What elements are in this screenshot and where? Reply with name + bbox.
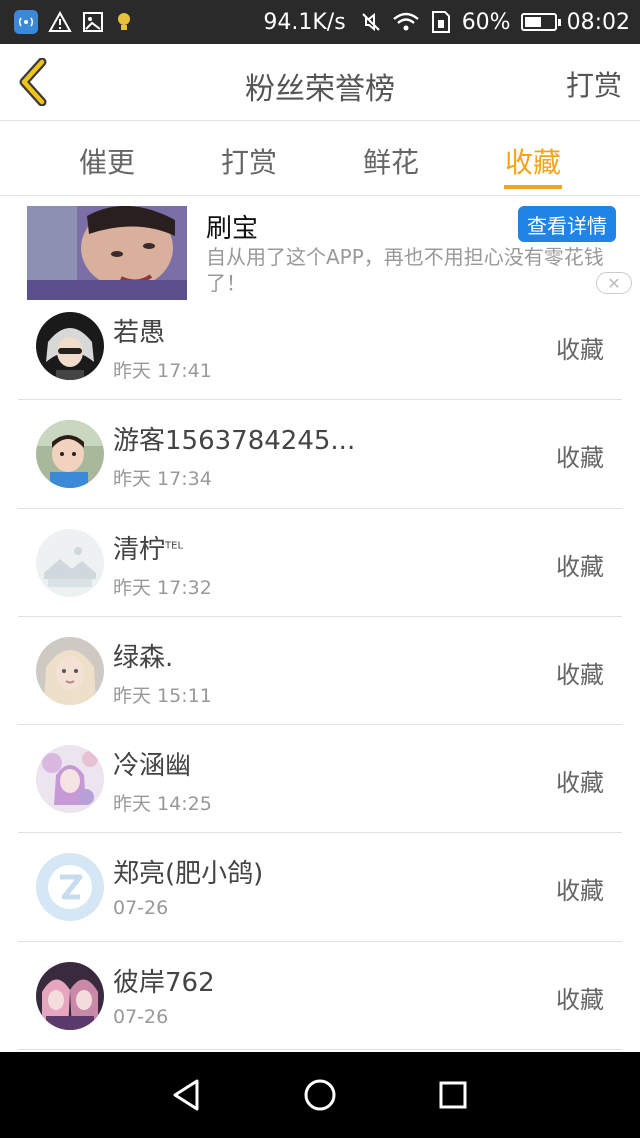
battery-fill [524,17,542,27]
ad-details-button[interactable]: 查看详情 [518,206,616,242]
tab-bar: 催更 打赏 鲜花 收藏 [0,121,640,196]
back-nav-icon[interactable] [167,1075,207,1115]
page-title: 粉丝荣誉榜 [245,72,395,107]
list-item[interactable]: 彼岸762 07-26 收藏 [18,942,622,1051]
warning-icon [48,11,72,32]
home-nav-icon[interactable] [300,1075,340,1115]
clock: 08:02 [566,9,630,35]
list-item[interactable]: 清柠TEL 昨天 17:32 收藏 [18,509,622,617]
network-speed: 94.1K/s [263,9,346,35]
tab-reward[interactable]: 打赏 [178,121,320,195]
fan-name: 游客1563784245... [113,426,356,457]
app-notification-icon [14,10,38,34]
list-item[interactable]: 郑亮(肥小鸽) 07-26 收藏 [18,833,622,942]
ad-close-button[interactable]: ✕ [596,272,632,294]
sim-icon [431,11,450,33]
close-icon: ✕ [607,273,621,293]
ad-title: 刷宝 [206,214,259,244]
fan-action: 收藏 [556,877,604,906]
list-item[interactable]: 若愚 昨天 17:41 收藏 [18,292,622,401]
reward-button[interactable]: 打赏 [566,64,622,104]
tab-flowers[interactable]: 鲜花 [320,121,462,195]
tab-favorites[interactable]: 收藏 [462,121,604,195]
list-item[interactable]: 游客1563784245... 昨天 17:34 收藏 [18,400,622,509]
fan-time: 07-26 [113,1005,169,1028]
fan-name: 彼岸762 [113,967,215,998]
avatar [36,853,104,922]
image-icon [83,12,103,32]
avatar [36,745,104,814]
avatar [36,961,104,1030]
fan-action: 收藏 [556,660,604,689]
fan-name: 绿森. [113,642,174,673]
fan-action: 收藏 [556,444,604,473]
fan-time: 07-26 [113,897,169,920]
mute-icon [361,12,380,32]
battery-icon [520,13,561,31]
fan-name: 清柠TEL [113,534,184,565]
battery-percent: 60% [461,9,511,35]
tab-urge[interactable]: 催更 [36,121,178,195]
navigation-bar [0,1052,640,1138]
avatar [36,636,104,705]
fan-action: 收藏 [556,552,604,581]
fan-time: 昨天 17:34 [113,468,212,491]
fan-time: 昨天 17:41 [113,360,212,382]
fan-action: 收藏 [556,985,604,1014]
fan-list: 若愚 昨天 17:41 收藏 游客1563784245... 昨天 17:34 … [18,292,622,1051]
fan-time: 昨天 14:25 [113,793,212,816]
ad-banner[interactable]: 刷宝 查看详情 自从用了这个APP，再也不用担心没有零花钱了！ [0,196,640,302]
ad-description: 自从用了这个APP，再也不用担心没有零花钱了！ [206,245,604,295]
fan-time: 昨天 17:32 [113,576,212,599]
bulb-icon [118,13,130,30]
avatar [36,312,104,380]
wifi-icon [392,12,419,31]
fan-time: 昨天 15:11 [113,684,212,707]
status-bar: 94.1K/s 60% 08:02 [0,0,640,44]
list-item[interactable]: 冷涵幽 昨天 14:25 收藏 [18,725,622,834]
recents-nav-icon[interactable] [433,1075,473,1115]
fan-name: 郑亮(肥小鸽) [113,859,264,890]
fan-name: 若愚 [113,318,166,348]
title-bar: 粉丝荣誉榜 打赏 [0,44,640,121]
list-item[interactable]: 绿森. 昨天 15:11 收藏 [18,617,622,726]
ad-image[interactable] [27,206,187,300]
fan-action: 收藏 [556,769,604,798]
avatar [36,420,104,489]
fan-name: 冷涵幽 [113,751,192,782]
fan-action: 收藏 [556,336,604,364]
avatar [36,528,104,597]
